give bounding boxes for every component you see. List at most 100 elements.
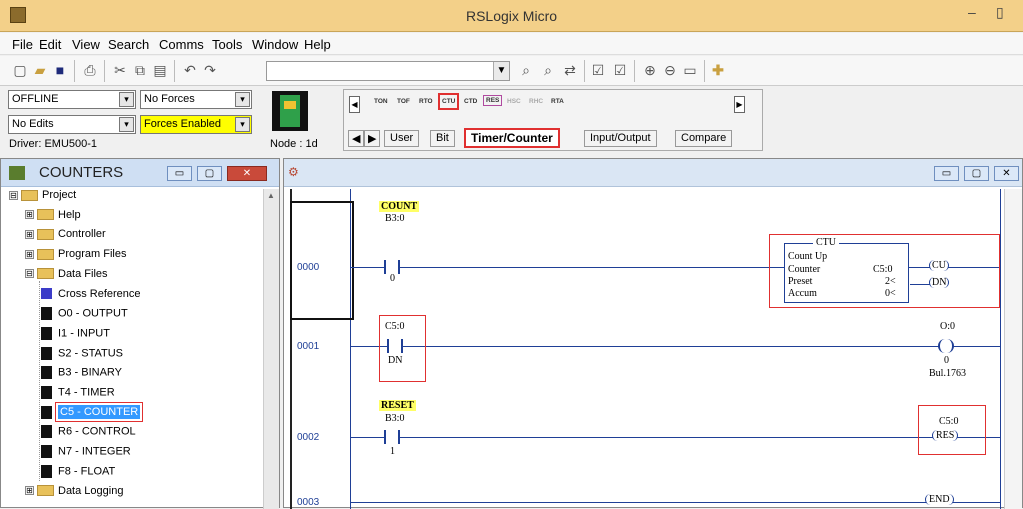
palette-right-icon[interactable]: ▶ <box>734 96 745 113</box>
ctd-button[interactable]: CTD <box>464 98 477 105</box>
ctu-block[interactable]: CTU Count Up Counter C5:0 Preset 2< Accu… <box>784 237 909 303</box>
tree-item[interactable]: C5 - COUNTER <box>41 402 144 425</box>
palette-left-icon[interactable]: ◀ <box>349 96 360 113</box>
tree-item[interactable]: N7 - INTEGER <box>41 445 131 464</box>
open-folder-icon[interactable]: ▰ <box>32 62 48 78</box>
zoom-in-icon[interactable]: ⊕ <box>642 62 658 78</box>
xic-contact[interactable] <box>384 430 400 444</box>
tree-item[interactable]: R6 - CONTROL <box>41 425 136 444</box>
mode-dropdown-icon[interactable]: ▾ <box>119 92 134 107</box>
tof-button[interactable]: TOF <box>397 98 410 105</box>
tree-item[interactable]: O0 - OUTPUT <box>41 307 128 326</box>
tree-item[interactable]: ⊞ Program Files <box>25 248 126 267</box>
tree-item[interactable]: I1 - INPUT <box>41 326 110 346</box>
rta-button[interactable]: RTA <box>551 98 564 105</box>
tab-bit[interactable]: Bit <box>430 130 455 147</box>
tree-item[interactable]: T4 - TIMER <box>41 386 115 405</box>
rung-number[interactable]: 0001 <box>297 341 319 352</box>
tree-scrollbar[interactable]: ▲ <box>263 189 279 509</box>
res-button[interactable]: RES <box>483 95 503 106</box>
rhc-button[interactable]: RHC <box>529 98 543 105</box>
verify-file-icon[interactable]: ☑ <box>590 62 606 78</box>
menu-view[interactable]: View <box>72 37 100 52</box>
res-coil[interactable]: RES <box>932 430 959 441</box>
find-all-icon[interactable]: ⌕ <box>540 62 556 78</box>
forces-dropdown-icon[interactable]: ▾ <box>235 92 250 107</box>
tab-timer-counter[interactable]: Timer/Counter <box>464 128 560 148</box>
counters-minimize-button[interactable]: ▭ <box>167 166 192 181</box>
expander-icon[interactable]: ⊞ <box>25 486 34 496</box>
new-file-icon[interactable]: ▢ <box>12 62 28 78</box>
cut-icon[interactable]: ✂ <box>112 62 128 78</box>
forces-enabled-dropdown-icon[interactable]: ▾ <box>235 117 250 132</box>
dn-coil[interactable]: DN <box>929 277 950 288</box>
tab-input-output[interactable]: Input/Output <box>584 130 657 147</box>
menu-edit[interactable]: Edit <box>39 37 61 52</box>
rung-number[interactable]: 0003 <box>297 497 319 508</box>
rung-number[interactable]: 0000 <box>297 262 319 273</box>
expander-icon[interactable]: ⊟ <box>25 269 34 279</box>
ton-button[interactable]: TON <box>374 98 388 105</box>
tree-item[interactable]: Cross Reference <box>41 288 141 307</box>
tab-scroll-left[interactable]: ◀ <box>348 130 365 147</box>
window-icon[interactable]: ▭ <box>682 62 698 78</box>
menu-help[interactable]: Help <box>304 37 331 52</box>
rung-selection-box[interactable] <box>290 201 354 320</box>
tree-item[interactable]: ⊟ Project <box>9 189 76 208</box>
tab-scroll-right[interactable]: ▶ <box>364 130 381 147</box>
edits-status[interactable]: No Edits <box>8 115 136 134</box>
expander-icon[interactable]: ⊞ <box>25 249 34 259</box>
address-combo[interactable] <box>266 61 510 81</box>
minimize-button[interactable]: – <box>968 4 976 20</box>
dropdown-arrow-icon[interactable]: ▼ <box>493 62 509 80</box>
counters-restore-button[interactable]: ▢ <box>197 166 222 181</box>
tree-item[interactable]: ⊞ Controller <box>25 228 106 247</box>
add-icon[interactable]: ✚ <box>710 62 726 78</box>
tree-item[interactable]: S2 - STATUS <box>41 346 123 366</box>
copy-icon[interactable]: ⧉ <box>132 62 148 78</box>
menu-window[interactable]: Window <box>252 37 298 52</box>
expander-icon[interactable]: ⊞ <box>25 229 34 239</box>
rto-button[interactable]: RTO <box>419 98 433 105</box>
paste-icon[interactable]: ▤ <box>152 62 168 78</box>
menu-file[interactable]: File <box>12 37 33 52</box>
scroll-up-icon[interactable]: ▲ <box>267 191 275 200</box>
expander-icon[interactable]: ⊟ <box>9 190 18 200</box>
cu-coil[interactable]: CU <box>929 260 949 271</box>
print-icon[interactable]: ⎙ <box>82 62 98 78</box>
replace-icon[interactable]: ⇄ <box>562 62 578 78</box>
menu-search[interactable]: Search <box>108 37 149 52</box>
ladder-close-button[interactable]: ✕ <box>994 166 1019 181</box>
zoom-out-icon[interactable]: ⊖ <box>662 62 678 78</box>
tree-item[interactable]: ⊞ Data Logging <box>25 485 123 504</box>
save-icon[interactable]: ■ <box>52 62 68 78</box>
redo-icon[interactable]: ↷ <box>202 62 218 78</box>
ctu-button[interactable]: CTU <box>438 93 460 110</box>
menu-comms[interactable]: Comms <box>159 37 204 52</box>
accum-value[interactable]: 0< <box>885 288 896 299</box>
mode-status[interactable]: OFFLINE <box>8 90 136 109</box>
ote-coil[interactable] <box>938 339 954 353</box>
preset-value[interactable]: 2< <box>885 276 896 287</box>
tab-compare[interactable]: Compare <box>675 130 733 147</box>
find-icon[interactable]: ⌕ <box>518 62 534 78</box>
hsc-button[interactable]: HSC <box>507 98 521 105</box>
ladder-scrollbar[interactable] <box>1004 189 1022 509</box>
ladder-restore-button[interactable]: ▢ <box>964 166 989 181</box>
xic-contact[interactable] <box>384 260 400 274</box>
tree-item[interactable]: ⊟ Data Files <box>25 268 108 287</box>
xic-contact[interactable] <box>387 339 403 353</box>
tree-item[interactable]: F8 - FLOAT <box>41 464 115 484</box>
edits-dropdown-icon[interactable]: ▾ <box>119 117 134 132</box>
counters-close-button[interactable]: ✕ <box>227 166 267 181</box>
restore-button[interactable]: ▯ <box>996 4 1004 21</box>
tree-item[interactable]: B3 - BINARY <box>41 366 122 385</box>
verify-project-icon[interactable]: ☑ <box>612 62 628 78</box>
expander-icon[interactable]: ⊞ <box>25 210 34 220</box>
tab-user[interactable]: User <box>384 130 420 147</box>
menu-tools[interactable]: Tools <box>212 37 242 52</box>
rung-number[interactable]: 0002 <box>297 432 319 443</box>
undo-icon[interactable]: ↶ <box>182 62 198 78</box>
ladder-minimize-button[interactable]: ▭ <box>934 166 959 181</box>
tree-item[interactable]: ⊞ Help <box>25 209 81 228</box>
